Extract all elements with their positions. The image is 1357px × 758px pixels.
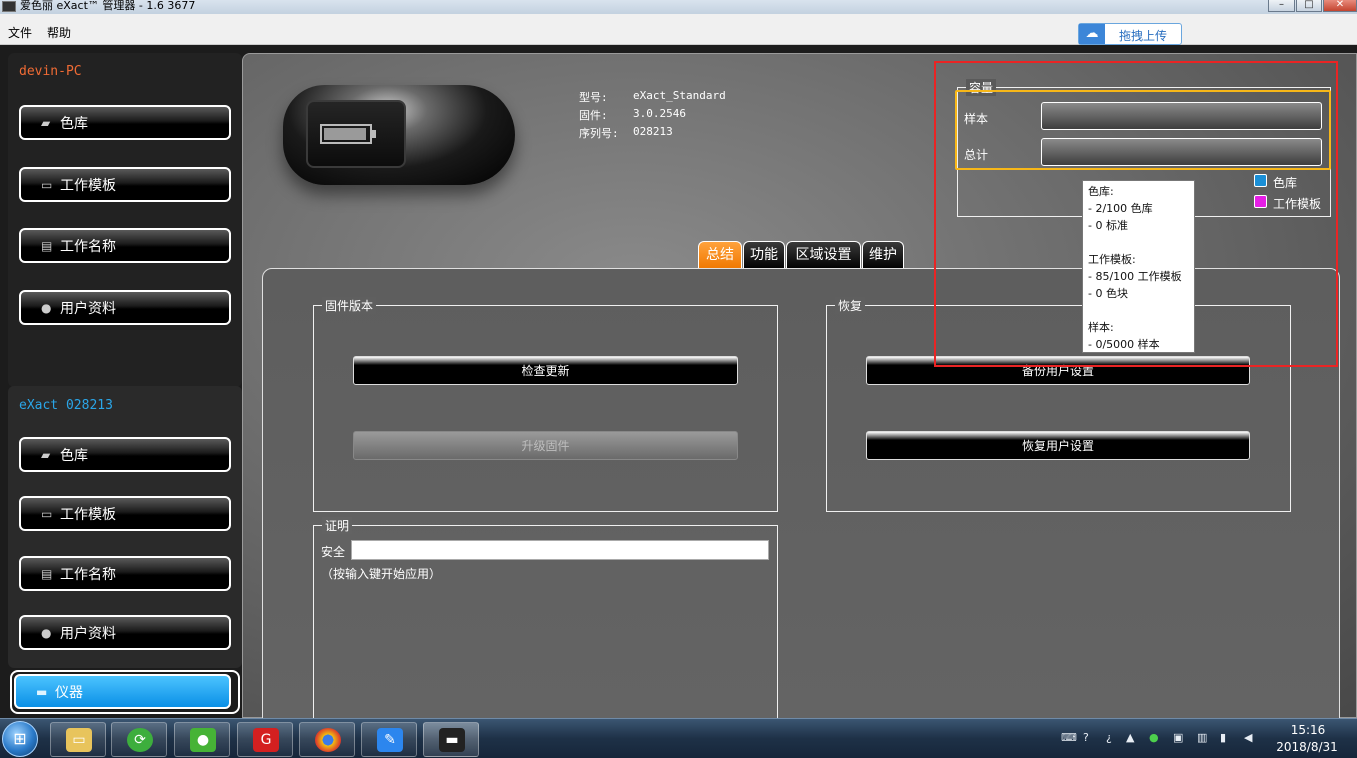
sidebar-device-item-job-template[interactable]: ▭ 工作模板 — [19, 496, 231, 531]
model-label: 型号: — [579, 91, 608, 104]
sidebar-pc-panel — [8, 53, 242, 387]
tab-region-settings[interactable]: 区域设置 — [786, 241, 861, 269]
folder-icon: ▭ — [41, 506, 53, 521]
taskbar-app-green[interactable]: ⟳ — [111, 722, 167, 757]
battery-tray-icon[interactable]: ▮ — [1220, 731, 1226, 744]
maximize-button[interactable]: □ — [1296, 0, 1322, 12]
browser-icon — [315, 728, 341, 752]
database-icon: ▤ — [41, 238, 53, 253]
minimize-button[interactable]: – — [1268, 0, 1295, 12]
user-icon: ● — [41, 625, 52, 640]
app-icon: G — [253, 728, 279, 752]
tab-functions[interactable]: 功能 — [743, 241, 785, 269]
sidebar-pc-item-job-name[interactable]: ▤ 工作名称 — [19, 228, 231, 263]
taskbar: ⊞ ▭ ⟳ ● G ✎ ▬ ⌨ ? ¿ ▲ ● ▣ ▥ ▮ ◀ 15:16 20… — [0, 718, 1357, 758]
model-value: eXact_Standard — [633, 89, 726, 102]
taskbar-app-red[interactable]: G — [237, 722, 293, 757]
security-input[interactable] — [351, 540, 769, 560]
pen-icon: ✎ — [377, 728, 403, 752]
refresh-icon: ⟳ — [127, 728, 153, 752]
sidebar-pc-item-job-template[interactable]: ▭ 工作模板 — [19, 167, 231, 202]
device-name-label: eXact 028213 — [19, 398, 113, 413]
check-update-button[interactable]: 检查更新 — [353, 356, 738, 385]
window-title-bar: 爱色丽 eXact™ 管理器 - 1.6 3677 – □ ✕ — [0, 0, 1357, 14]
taskbar-exact-manager[interactable]: ▬ — [423, 722, 479, 757]
show-hidden-icons[interactable]: ▲ — [1126, 731, 1134, 744]
firmware-value: 3.0.2546 — [633, 107, 686, 120]
serial-label: 序列号: — [579, 127, 619, 140]
folder-icon: ▭ — [41, 177, 53, 192]
sidebar-pc-item-color-library[interactable]: ▰ 色库 — [19, 105, 231, 140]
serial-value: 028213 — [633, 125, 673, 138]
database-icon: ▤ — [41, 566, 53, 581]
firmware-label: 固件: — [579, 109, 608, 122]
signal-icon[interactable]: ▥ — [1197, 731, 1207, 744]
window-title: 爱色丽 eXact™ 管理器 - 1.6 3677 — [20, 0, 196, 12]
start-button[interactable]: ⊞ — [2, 721, 38, 757]
tray-app-icon[interactable]: ● — [1149, 731, 1159, 744]
taskbar-chrome[interactable] — [299, 722, 355, 757]
user-icon: ● — [41, 300, 52, 315]
drag-upload-label: 拖拽上传 — [1119, 29, 1168, 43]
folder-icon: ▭ — [66, 728, 92, 752]
clock-date[interactable]: 2018/8/31 — [1272, 740, 1342, 754]
battery-terminal — [372, 130, 376, 138]
pc-name-label: devin-PC — [19, 64, 82, 79]
firmware-version-title: 固件版本 — [322, 297, 377, 314]
restore-user-settings-button[interactable]: 恢复用户设置 — [866, 431, 1250, 460]
menu-bar: 文件 帮助 ☁ 拖拽上传 — [0, 14, 1357, 45]
security-hint: （按输入键开始应用） — [321, 567, 442, 581]
menu-file[interactable]: 文件 — [8, 24, 32, 41]
tab-maintenance[interactable]: 维护 — [862, 241, 904, 269]
instrument-icon: ▬ — [36, 684, 48, 699]
sidebar-device-item-color-library[interactable]: ▰ 色库 — [19, 437, 231, 472]
security-label: 安全 — [321, 545, 346, 559]
firmware-version-group: 固件版本 — [313, 297, 778, 512]
input-method-icon[interactable]: ¿ — [1106, 731, 1112, 744]
taskbar-wechat[interactable]: ● — [174, 722, 230, 757]
clock-time[interactable]: 15:16 — [1283, 723, 1333, 737]
yellow-highlight-box — [955, 90, 1331, 170]
close-button[interactable]: ✕ — [1323, 0, 1357, 12]
restore-title: 恢复 — [835, 297, 866, 314]
battery-icon — [320, 124, 372, 144]
cloud-icon: ☁ — [1079, 24, 1105, 44]
help-icon[interactable]: ? — [1083, 731, 1089, 744]
certificate-title: 证明 — [322, 517, 353, 534]
palette-icon: ▰ — [41, 447, 51, 462]
sidebar-device-item-user-profile[interactable]: ● 用户资料 — [19, 615, 231, 650]
menu-help[interactable]: 帮助 — [47, 24, 71, 41]
network-icon[interactable]: ▣ — [1173, 731, 1183, 744]
volume-icon[interactable]: ◀ — [1244, 731, 1252, 744]
chat-icon: ● — [190, 728, 216, 752]
sidebar-device-item-instrument[interactable]: ▬ 仪器 — [14, 674, 231, 709]
taskbar-explorer[interactable]: ▭ — [50, 722, 106, 757]
drag-upload-button[interactable]: ☁ 拖拽上传 — [1078, 23, 1182, 45]
palette-icon: ▰ — [41, 115, 51, 130]
keyboard-icon[interactable]: ⌨ — [1061, 731, 1077, 744]
upgrade-firmware-button[interactable]: 升级固件 — [353, 431, 738, 460]
instrument-icon: ▬ — [439, 728, 465, 752]
sidebar-device-item-job-name[interactable]: ▤ 工作名称 — [19, 556, 231, 591]
app-icon — [2, 1, 16, 12]
sidebar-pc-item-user-profile[interactable]: ● 用户资料 — [19, 290, 231, 325]
tab-summary[interactable]: 总结 — [698, 241, 742, 269]
taskbar-app-blue[interactable]: ✎ — [361, 722, 417, 757]
